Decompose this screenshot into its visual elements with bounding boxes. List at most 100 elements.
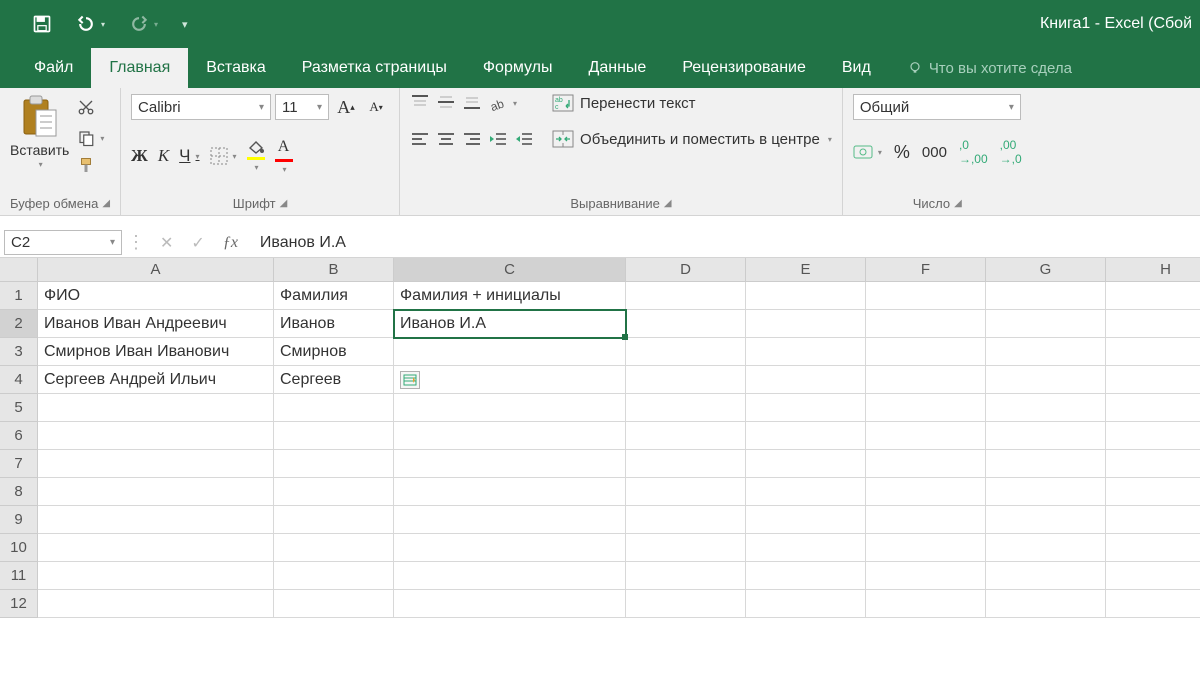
cell-H11[interactable] — [1106, 562, 1200, 590]
cell-C7[interactable] — [394, 450, 626, 478]
cell-D11[interactable] — [626, 562, 746, 590]
align-left-button[interactable] — [410, 131, 430, 150]
font-color-button[interactable]: A▾ — [275, 138, 293, 174]
decrease-indent-button[interactable] — [488, 131, 508, 150]
cell-C1[interactable]: Фамилия + инициалы — [394, 282, 626, 310]
cell-A9[interactable] — [38, 506, 274, 534]
cell-E7[interactable] — [746, 450, 866, 478]
row-header-7[interactable]: 7 — [0, 450, 38, 478]
col-header-A[interactable]: A — [38, 258, 274, 282]
tab-data[interactable]: Данные — [571, 48, 665, 88]
cell-B6[interactable] — [274, 422, 394, 450]
cell-D3[interactable] — [626, 338, 746, 366]
cell-H7[interactable] — [1106, 450, 1200, 478]
cell-E1[interactable] — [746, 282, 866, 310]
cell-F7[interactable] — [866, 450, 986, 478]
cell-F5[interactable] — [866, 394, 986, 422]
cell-G12[interactable] — [986, 590, 1106, 618]
cell-H3[interactable] — [1106, 338, 1200, 366]
row-header-2[interactable]: 2 — [0, 310, 38, 338]
cell-G10[interactable] — [986, 534, 1106, 562]
cell-A4[interactable]: Сергеев Андрей Ильич — [38, 366, 274, 394]
decrease-font-button[interactable]: A▾ — [363, 94, 389, 120]
cell-C9[interactable] — [394, 506, 626, 534]
cell-D8[interactable] — [626, 478, 746, 506]
undo-button[interactable]: ▾ — [76, 14, 105, 34]
cell-G5[interactable] — [986, 394, 1106, 422]
col-header-D[interactable]: D — [626, 258, 746, 282]
cell-G3[interactable] — [986, 338, 1106, 366]
cancel-formula-button[interactable]: ✕ — [160, 233, 173, 253]
borders-button[interactable]: ▾ — [210, 147, 237, 165]
col-header-C[interactable]: C — [394, 258, 626, 282]
col-header-F[interactable]: F — [866, 258, 986, 282]
enter-formula-button[interactable]: ✓ — [191, 233, 204, 253]
cell-E6[interactable] — [746, 422, 866, 450]
cell-B1[interactable]: Фамилия — [274, 282, 394, 310]
dialog-launcher-icon[interactable]: ◢ — [954, 198, 962, 209]
cell-F10[interactable] — [866, 534, 986, 562]
formula-input[interactable]: Иванов И.А — [250, 228, 1200, 257]
cell-E3[interactable] — [746, 338, 866, 366]
cell-D2[interactable] — [626, 310, 746, 338]
tab-view[interactable]: Вид — [824, 48, 889, 88]
cell-D12[interactable] — [626, 590, 746, 618]
cell-B4[interactable]: Сергеев — [274, 366, 394, 394]
cell-C3[interactable] — [394, 338, 626, 366]
cell-F3[interactable] — [866, 338, 986, 366]
cell-A8[interactable] — [38, 478, 274, 506]
cell-B3[interactable]: Смирнов — [274, 338, 394, 366]
row-header-3[interactable]: 3 — [0, 338, 38, 366]
row-header-11[interactable]: 11 — [0, 562, 38, 590]
dialog-launcher-icon[interactable]: ◢ — [664, 198, 672, 209]
format-painter-button[interactable] — [77, 157, 104, 178]
tab-insert[interactable]: Вставка — [188, 48, 283, 88]
cell-A1[interactable]: ФИО — [38, 282, 274, 310]
cell-H4[interactable] — [1106, 366, 1200, 394]
accounting-format-button[interactable]: ▾ — [853, 144, 882, 160]
save-icon[interactable] — [32, 14, 52, 34]
cell-E8[interactable] — [746, 478, 866, 506]
align-top-button[interactable] — [410, 94, 430, 113]
cell-G1[interactable] — [986, 282, 1106, 310]
align-center-button[interactable] — [436, 131, 456, 150]
cell-E10[interactable] — [746, 534, 866, 562]
cell-F12[interactable] — [866, 590, 986, 618]
merge-center-button[interactable]: Объединить и поместить в центре ▾ — [552, 130, 832, 148]
cell-F4[interactable] — [866, 366, 986, 394]
cell-D5[interactable] — [626, 394, 746, 422]
cell-H12[interactable] — [1106, 590, 1200, 618]
decrease-decimal-button[interactable]: ,00→,0 — [1000, 138, 1022, 166]
cell-H1[interactable] — [1106, 282, 1200, 310]
select-all-corner[interactable] — [0, 258, 38, 282]
row-header-12[interactable]: 12 — [0, 590, 38, 618]
cell-G9[interactable] — [986, 506, 1106, 534]
cell-C2[interactable]: Иванов И.А — [394, 310, 626, 338]
cell-H10[interactable] — [1106, 534, 1200, 562]
cell-A5[interactable] — [38, 394, 274, 422]
dialog-launcher-icon[interactable]: ◢ — [102, 198, 110, 209]
cell-C12[interactable] — [394, 590, 626, 618]
align-right-button[interactable] — [462, 131, 482, 150]
cell-G7[interactable] — [986, 450, 1106, 478]
percent-button[interactable]: % — [894, 142, 910, 163]
cell-F9[interactable] — [866, 506, 986, 534]
cut-button[interactable] — [77, 98, 104, 119]
cell-B5[interactable] — [274, 394, 394, 422]
cell-D4[interactable] — [626, 366, 746, 394]
cell-H2[interactable] — [1106, 310, 1200, 338]
cell-D6[interactable] — [626, 422, 746, 450]
cell-A6[interactable] — [38, 422, 274, 450]
cell-H9[interactable] — [1106, 506, 1200, 534]
row-header-8[interactable]: 8 — [0, 478, 38, 506]
wrap-text-button[interactable]: abc Перенести текст — [552, 94, 832, 112]
cell-B12[interactable] — [274, 590, 394, 618]
redo-button[interactable]: ▾ — [129, 14, 158, 34]
paste-button[interactable]: Вставить ▾ — [10, 94, 69, 169]
comma-style-button[interactable]: 000 — [922, 144, 947, 161]
col-header-G[interactable]: G — [986, 258, 1106, 282]
cell-D9[interactable] — [626, 506, 746, 534]
row-header-9[interactable]: 9 — [0, 506, 38, 534]
insert-function-button[interactable]: ƒx — [223, 234, 238, 252]
cell-B11[interactable] — [274, 562, 394, 590]
